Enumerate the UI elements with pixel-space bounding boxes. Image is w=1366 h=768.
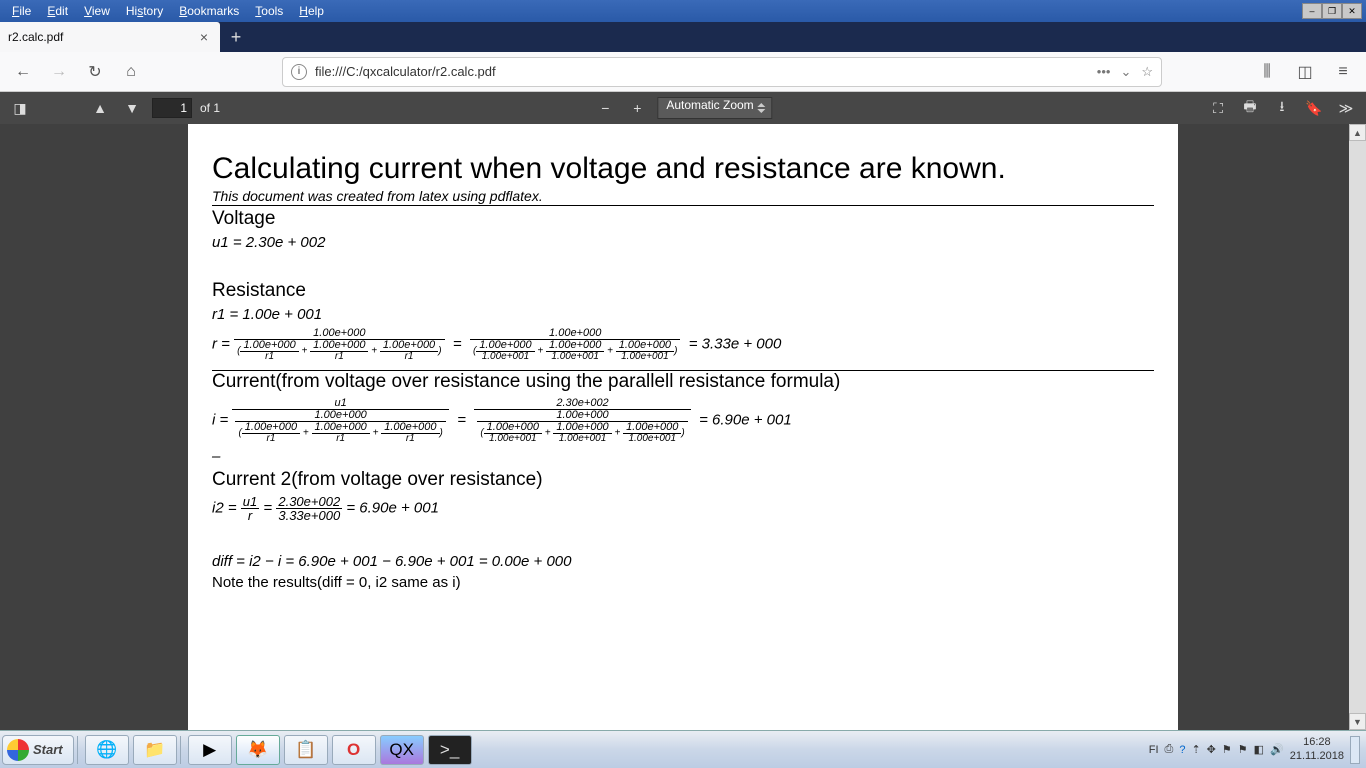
tray-icon[interactable]: ⚑ — [1238, 743, 1248, 756]
download-icon[interactable]: ⭳ — [1270, 96, 1294, 120]
taskbar-ie[interactable]: 🌐 — [85, 735, 129, 765]
menubar: File Edit View History Bookmarks Tools H… — [0, 0, 1366, 22]
menu-history[interactable]: History — [118, 2, 171, 20]
separator — [77, 736, 78, 764]
taskbar-cmd[interactable]: >_ — [428, 735, 472, 765]
note: Note the results(diff = 0, i2 same as i) — [212, 574, 1154, 591]
window-controls: – ❐ ✕ — [1302, 3, 1362, 19]
resistance-heading: Resistance — [212, 280, 1154, 302]
tray-icon[interactable]: ⇡ — [1191, 743, 1200, 756]
separator — [180, 736, 181, 764]
current-heading: Current(from voltage over resistance usi… — [212, 371, 1154, 393]
voltage-heading: Voltage — [212, 208, 1154, 230]
new-tab-button[interactable]: + — [220, 22, 252, 52]
dash: – — [212, 448, 1154, 465]
url-text: file:///C:/qxcalculator/r2.calc.pdf — [315, 64, 496, 79]
tab-close-icon[interactable]: × — [196, 29, 212, 45]
r1-eq: r1 = 1.00e + 001 — [212, 306, 1154, 323]
taskbar-qx[interactable]: QX — [380, 735, 424, 765]
reload-button[interactable]: ↻ — [80, 57, 110, 87]
forward-button[interactable]: → — [44, 57, 74, 87]
current2-heading: Current 2(from voltage over resistance) — [212, 469, 1154, 491]
bookmark-star-icon[interactable]: ☆ — [1141, 64, 1153, 80]
scroll-track[interactable] — [1349, 141, 1366, 713]
menu-icon[interactable]: ≡ — [1328, 57, 1358, 87]
pdf-toolbar: ◨ ▲ ▼ of 1 − + Automatic Zoom ⛶ 🖶 ⭳ 🔖 ≫ — [0, 92, 1366, 124]
i-eq: i = u11.00e+000(1.00e+000r1 + 1.00e+000r… — [212, 397, 1154, 444]
zoom-select[interactable]: Automatic Zoom — [657, 97, 772, 119]
clock[interactable]: 16:28 21.11.2018 — [1290, 736, 1344, 762]
library-icon[interactable]: ⫼ — [1252, 57, 1282, 87]
menu-bookmarks[interactable]: Bookmarks — [171, 2, 247, 20]
page-down-icon[interactable]: ▼ — [120, 96, 144, 120]
windows-orb-icon — [7, 739, 29, 761]
tools-icon[interactable]: ≫ — [1334, 96, 1358, 120]
doc-subtitle: This document was created from latex usi… — [212, 188, 1154, 206]
bookmark-icon[interactable]: 🔖 — [1302, 96, 1326, 120]
pocket-icon[interactable]: ⌄ — [1120, 64, 1131, 80]
taskbar-media[interactable]: ▶ — [188, 735, 232, 765]
tray-icon[interactable]: ⎙ — [1165, 743, 1174, 756]
zoom-in-icon[interactable]: + — [625, 96, 649, 120]
close-window-button[interactable]: ✕ — [1342, 3, 1362, 19]
tab-strip: r2.calc.pdf × + — [0, 22, 1366, 52]
menu-help[interactable]: Help — [291, 2, 332, 20]
page-up-icon[interactable]: ▲ — [88, 96, 112, 120]
r-eq: r = 1.00e+000(1.00e+000r1 + 1.00e+000r1 … — [212, 327, 1154, 362]
volume-icon[interactable]: 🔊 — [1270, 743, 1284, 756]
tray-icon[interactable]: ◧ — [1254, 743, 1264, 756]
url-actions: ••• ⌄ ☆ — [1097, 64, 1153, 80]
voltage-eq: u1 = 2.30e + 002 — [212, 234, 1154, 251]
page-count: of 1 — [200, 101, 220, 115]
scroll-up-icon[interactable]: ▲ — [1349, 124, 1366, 141]
menu-file[interactable]: File — [4, 2, 39, 20]
diff-eq: diff = i2 − i = 6.90e + 001 − 6.90e + 00… — [212, 553, 1154, 570]
back-button[interactable]: ← — [8, 57, 38, 87]
url-bar[interactable]: i file:///C:/qxcalculator/r2.calc.pdf ••… — [282, 57, 1162, 87]
sidebar-icon[interactable]: ◫ — [1290, 57, 1320, 87]
home-button[interactable]: ⌂ — [116, 57, 146, 87]
start-button[interactable]: Start — [2, 735, 74, 765]
show-desktop[interactable] — [1350, 736, 1360, 764]
pdf-page: Calculating current when voltage and res… — [188, 124, 1178, 730]
maximize-button[interactable]: ❐ — [1322, 3, 1342, 19]
i2-eq: i2 = u1r = 2.30e+0023.33e+000 = 6.90e + … — [212, 495, 1154, 522]
minimize-button[interactable]: – — [1302, 3, 1322, 19]
page-input[interactable] — [152, 98, 192, 118]
tray-help-icon[interactable]: ? — [1179, 744, 1185, 756]
lang-indicator[interactable]: FI — [1149, 744, 1159, 756]
tab-title: r2.calc.pdf — [8, 30, 63, 44]
zoom-out-icon[interactable]: − — [593, 96, 617, 120]
doc-title: Calculating current when voltage and res… — [212, 152, 1154, 186]
system-tray: FI ⎙ ? ⇡ ✥ ⚑ ⚑ ◧ 🔊 16:28 21.11.2018 — [1149, 736, 1364, 764]
site-info-icon[interactable]: i — [291, 64, 307, 80]
taskbar-app1[interactable]: 📋 — [284, 735, 328, 765]
taskbar-opera[interactable]: O — [332, 735, 376, 765]
print-icon[interactable]: 🖶 — [1238, 96, 1262, 120]
scroll-down-icon[interactable]: ▼ — [1349, 713, 1366, 730]
nav-right: ⫼ ◫ ≡ — [1252, 57, 1358, 87]
taskbar: Start 🌐 📁 ▶ 🦊 📋 O QX >_ FI ⎙ ? ⇡ ✥ ⚑ ⚑ ◧… — [0, 730, 1366, 768]
more-icon[interactable]: ••• — [1097, 64, 1111, 80]
tray-icon[interactable]: ✥ — [1207, 743, 1216, 756]
taskbar-explorer[interactable]: 📁 — [133, 735, 177, 765]
fullscreen-icon[interactable]: ⛶ — [1206, 96, 1230, 120]
menu-tools[interactable]: Tools — [247, 2, 291, 20]
nav-toolbar: ← → ↻ ⌂ i file:///C:/qxcalculator/r2.cal… — [0, 52, 1366, 92]
menu-edit[interactable]: Edit — [39, 2, 76, 20]
menu-view[interactable]: View — [76, 2, 118, 20]
taskbar-firefox[interactable]: 🦊 — [236, 735, 280, 765]
vertical-scrollbar[interactable]: ▲ ▼ — [1349, 124, 1366, 730]
tray-icon[interactable]: ⚑ — [1222, 743, 1232, 756]
browser-tab[interactable]: r2.calc.pdf × — [0, 22, 220, 52]
toggle-sidebar-icon[interactable]: ◨ — [8, 96, 32, 120]
pdf-viewport[interactable]: Calculating current when voltage and res… — [0, 124, 1366, 730]
